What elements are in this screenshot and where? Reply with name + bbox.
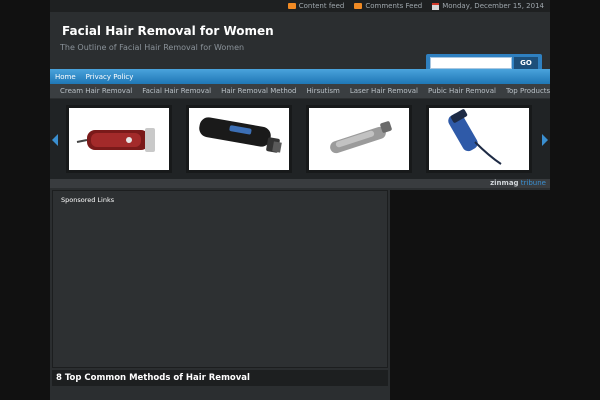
slider-footer: zinmag tribune: [50, 179, 550, 188]
slider-next-icon[interactable]: [542, 134, 548, 146]
content-feed-label: Content feed: [298, 2, 345, 10]
brand-suffix: tribune: [520, 179, 546, 187]
sidebar: [390, 190, 550, 400]
silver-trimmer-image: [309, 108, 409, 170]
site-tagline: The Outline of Facial Hair Removal for W…: [60, 43, 245, 52]
slider-item[interactable]: [186, 105, 292, 173]
site-title[interactable]: Facial Hair Removal for Women: [62, 24, 274, 38]
red-clipper-image: [69, 108, 169, 170]
search-go-button[interactable]: GO: [514, 57, 538, 69]
black-trimmer-image: [189, 108, 289, 170]
category-hirsutism[interactable]: Hirsutism: [306, 87, 339, 95]
category-nav: Cream Hair Removal Facial Hair Removal H…: [50, 84, 550, 98]
blue-clipper-image: [429, 108, 529, 170]
category-cream-hair-removal[interactable]: Cream Hair Removal: [60, 87, 132, 95]
date-text: Monday, December 15, 2014: [442, 2, 544, 10]
post-body: [52, 386, 388, 400]
category-laser-hair-removal[interactable]: Laser Hair Removal: [350, 87, 418, 95]
comments-feed-label: Comments Feed: [365, 2, 423, 10]
comments-feed-link[interactable]: Comments Feed: [354, 1, 422, 11]
search-input[interactable]: [430, 57, 512, 69]
category-hair-removal-method[interactable]: Hair Removal Method: [221, 87, 296, 95]
slider-item[interactable]: [426, 105, 532, 173]
nav-home[interactable]: Home: [55, 73, 76, 81]
brand-name: zinmag: [490, 179, 519, 187]
slider-item[interactable]: [306, 105, 412, 173]
post-title[interactable]: 8 Top Common Methods of Hair Removal: [56, 373, 250, 383]
main-nav: Home Privacy Policy: [50, 69, 550, 84]
category-facial-hair-removal[interactable]: Facial Hair Removal: [142, 87, 211, 95]
product-slider: [50, 99, 550, 179]
rss-icon: [354, 3, 363, 9]
rss-icon: [287, 3, 296, 9]
date-display: Monday, December 15, 2014: [432, 1, 544, 11]
category-pubic-hair-removal[interactable]: Pubic Hair Removal: [428, 87, 496, 95]
sponsored-links-box: Sponsored Links: [52, 190, 388, 368]
calendar-icon: [432, 2, 440, 10]
theme-brand: zinmag tribune: [490, 179, 546, 188]
slider-prev-icon[interactable]: [52, 134, 58, 146]
nav-privacy-policy[interactable]: Privacy Policy: [86, 73, 134, 81]
slider-item[interactable]: [66, 105, 172, 173]
top-bar: Content feed Comments Feed Monday, Decem…: [50, 0, 550, 12]
post-header: 8 Top Common Methods of Hair Removal: [52, 370, 388, 386]
category-top-products[interactable]: Top Products: [506, 87, 550, 95]
sponsored-links-label: Sponsored Links: [61, 196, 115, 204]
content-feed-link[interactable]: Content feed: [287, 1, 345, 11]
page: Content feed Comments Feed Monday, Decem…: [50, 0, 550, 400]
